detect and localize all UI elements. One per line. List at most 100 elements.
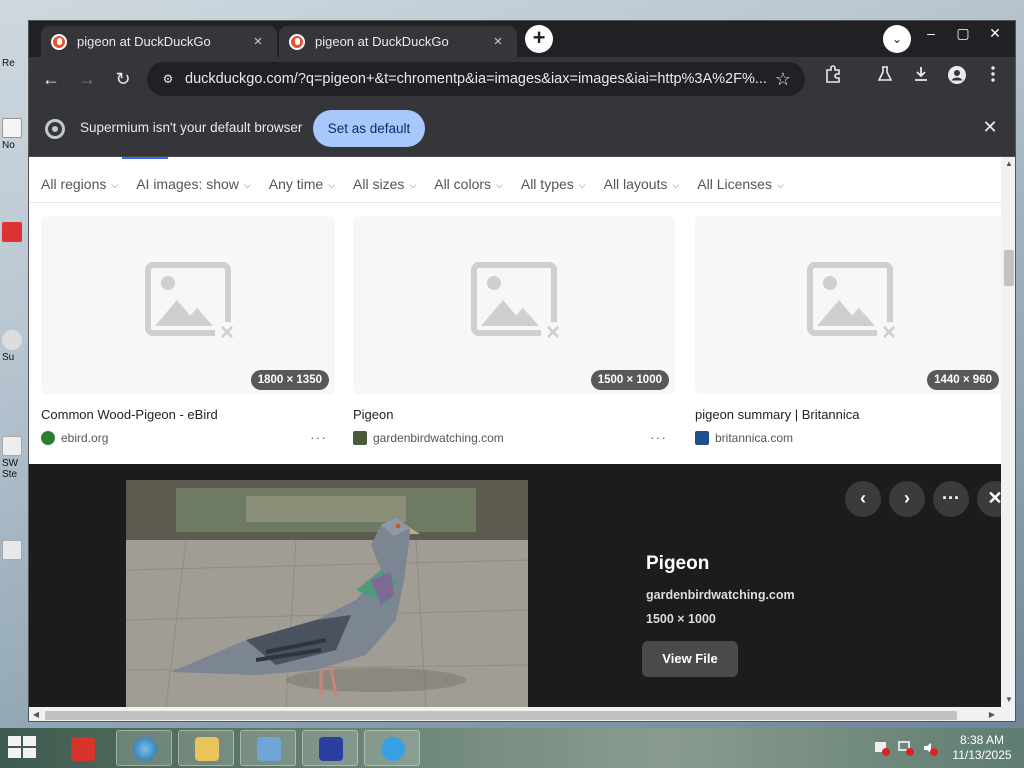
filter-time[interactable]: Any time ⌵ bbox=[269, 176, 335, 192]
filter-label: AI images: show bbox=[136, 175, 239, 192]
chevron-down-icon: ⌵ bbox=[111, 179, 119, 190]
horizontal-scrollbar[interactable]: ◀ ▶ bbox=[29, 707, 1015, 721]
result-source-domain: britannica.com bbox=[715, 431, 794, 445]
extensions-icon[interactable] bbox=[819, 65, 847, 93]
desktop-icon-app[interactable] bbox=[2, 222, 24, 244]
detail-title: Pigeon bbox=[646, 553, 710, 574]
reload-button[interactable]: ↻ bbox=[109, 65, 137, 93]
url-text[interactable]: duckduckgo.com/?q=pigeon+&t=chromentp&ia… bbox=[185, 71, 771, 87]
new-tab-button[interactable]: + bbox=[525, 25, 553, 53]
tab-2[interactable]: pigeon at DuckDuckGo × bbox=[279, 26, 517, 57]
image-result-card[interactable]: × 1500 × 1000 Pigeon gardenbirdwatching.… bbox=[353, 216, 675, 445]
bookmark-star-icon[interactable]: ☆ bbox=[771, 69, 795, 90]
filter-ai-images[interactable]: AI images: show ⌵ bbox=[136, 176, 251, 192]
chevron-down-icon: ⌵ bbox=[409, 179, 417, 190]
desktop-icon-document[interactable]: No bbox=[2, 118, 24, 151]
filter-layouts[interactable]: All layouts ⌵ bbox=[604, 176, 680, 192]
desktop-icon-recycle-bin[interactable]: Re bbox=[2, 58, 24, 69]
browser-window: pigeon at DuckDuckGo × pigeon at DuckDuc… bbox=[28, 20, 1016, 722]
tab-title: pigeon at DuckDuckGo bbox=[315, 34, 449, 49]
view-file-button[interactable]: View File bbox=[642, 641, 738, 677]
desktop-icon-supermium[interactable]: Su bbox=[2, 330, 24, 363]
infobar-close-icon[interactable]: ✕ bbox=[979, 117, 1001, 138]
image-thumbnail[interactable]: × 1500 × 1000 bbox=[353, 216, 675, 394]
taskbar-app-media[interactable] bbox=[302, 730, 358, 766]
action-center-icon[interactable] bbox=[874, 740, 890, 768]
filter-types[interactable]: All types ⌵ bbox=[521, 176, 586, 192]
broken-image-icon: × bbox=[145, 262, 239, 346]
image-thumbnail[interactable]: × 1440 × 960 bbox=[695, 216, 1001, 394]
taskbar-app-control-panel[interactable] bbox=[240, 730, 296, 766]
back-button[interactable]: ← bbox=[37, 65, 65, 93]
result-title[interactable]: Pigeon bbox=[353, 407, 675, 422]
site-info-icon[interactable]: ⚙ bbox=[157, 68, 179, 90]
desktop-icon-sw[interactable]: SW Ste bbox=[2, 436, 24, 480]
scrollbar-thumb[interactable] bbox=[45, 711, 957, 720]
windows-start-icon[interactable] bbox=[8, 736, 38, 760]
browser-icon bbox=[133, 737, 157, 761]
images-tab-indicator bbox=[122, 157, 168, 159]
filter-licenses[interactable]: All Licenses ⌵ bbox=[697, 176, 784, 192]
scrollbar-thumb[interactable] bbox=[1004, 250, 1014, 286]
filter-label: All layouts bbox=[603, 175, 668, 192]
download-icon[interactable] bbox=[907, 65, 935, 93]
more-options-icon[interactable]: ··· bbox=[310, 429, 327, 445]
scroll-left-icon[interactable]: ◀ bbox=[29, 707, 43, 721]
infobar-message: Supermium isn't your default browser bbox=[80, 120, 303, 135]
clock-date: 11/13/2025 bbox=[952, 748, 1012, 762]
close-detail-button[interactable]: ✕ bbox=[977, 481, 1001, 517]
filter-regions[interactable]: All regions ⌵ bbox=[41, 176, 118, 192]
result-title[interactable]: pigeon summary | Britannica bbox=[695, 407, 1001, 422]
filter-colors[interactable]: All colors ⌵ bbox=[434, 176, 503, 192]
set-as-default-button[interactable]: Set as default bbox=[313, 110, 425, 147]
tab-close-icon[interactable]: × bbox=[489, 33, 507, 50]
app-icon bbox=[2, 436, 22, 456]
volume-muted-icon[interactable] bbox=[922, 740, 938, 768]
network-icon[interactable] bbox=[898, 740, 914, 768]
close-window-button[interactable]: ✕ bbox=[979, 21, 1011, 47]
detail-dimensions: 1500 × 1000 bbox=[646, 612, 716, 626]
taskbar: 8:38 AM 11/13/2025 bbox=[0, 728, 1024, 768]
scroll-up-icon[interactable]: ▲ bbox=[1001, 157, 1015, 171]
chevron-down-icon: ⌵ bbox=[776, 179, 784, 190]
filter-bar: All regions ⌵ AI images: show ⌵ Any time ⌵ … bbox=[29, 165, 1001, 203]
tab-search-button[interactable]: ⌄ bbox=[883, 25, 911, 53]
taskbar-app-red[interactable] bbox=[54, 730, 110, 766]
image-result-card[interactable]: × 1800 × 1350 Common Wood-Pigeon - eBird… bbox=[41, 216, 335, 445]
vertical-scrollbar[interactable]: ▲ ▼ bbox=[1001, 157, 1015, 707]
previous-image-button[interactable]: ‹ bbox=[845, 481, 881, 517]
pigeon-preview-image[interactable] bbox=[126, 480, 528, 707]
scroll-right-icon[interactable]: ▶ bbox=[985, 707, 999, 721]
more-options-button[interactable]: ··· bbox=[933, 481, 969, 517]
scroll-down-icon[interactable]: ▼ bbox=[1001, 693, 1015, 707]
folder-icon bbox=[195, 737, 219, 761]
result-title[interactable]: Common Wood-Pigeon - eBird bbox=[41, 407, 335, 422]
result-source-domain: ebird.org bbox=[61, 431, 109, 445]
labs-icon[interactable] bbox=[871, 65, 899, 93]
filter-sizes[interactable]: All sizes ⌵ bbox=[353, 176, 416, 192]
detail-source[interactable]: gardenbirdwatching.com bbox=[646, 588, 795, 602]
forward-button[interactable]: → bbox=[73, 65, 101, 93]
taskbar-app-browser[interactable] bbox=[116, 730, 172, 766]
result-source[interactable]: britannica.com bbox=[695, 431, 1001, 445]
more-options-icon[interactable]: ··· bbox=[650, 429, 667, 445]
broken-image-icon: × bbox=[807, 262, 901, 346]
desktop-icon-label: SW Ste bbox=[2, 458, 19, 480]
tab-close-icon[interactable]: × bbox=[249, 33, 267, 50]
chevron-down-icon: ⌵ bbox=[578, 179, 586, 190]
minimize-button[interactable]: – bbox=[915, 21, 947, 47]
desktop-icon-misc[interactable] bbox=[2, 540, 24, 562]
system-clock[interactable]: 8:38 AM 11/13/2025 bbox=[946, 733, 1018, 763]
result-source[interactable]: ebird.org bbox=[41, 431, 335, 445]
taskbar-app-explorer[interactable] bbox=[178, 730, 234, 766]
profile-icon[interactable] bbox=[943, 65, 971, 93]
address-bar[interactable]: ⚙ duckduckgo.com/?q=pigeon+&t=chromentp&… bbox=[147, 62, 805, 96]
result-source[interactable]: gardenbirdwatching.com bbox=[353, 431, 675, 445]
tab-1[interactable]: pigeon at DuckDuckGo × bbox=[41, 26, 277, 57]
next-image-button[interactable]: › bbox=[889, 481, 925, 517]
image-result-card[interactable]: × 1440 × 960 pigeon summary | Britannica… bbox=[695, 216, 1001, 445]
taskbar-app-supermium[interactable] bbox=[364, 730, 420, 766]
maximize-button[interactable]: ▢ bbox=[947, 21, 979, 47]
menu-icon[interactable] bbox=[979, 65, 1007, 93]
image-thumbnail[interactable]: × 1800 × 1350 bbox=[41, 216, 335, 394]
